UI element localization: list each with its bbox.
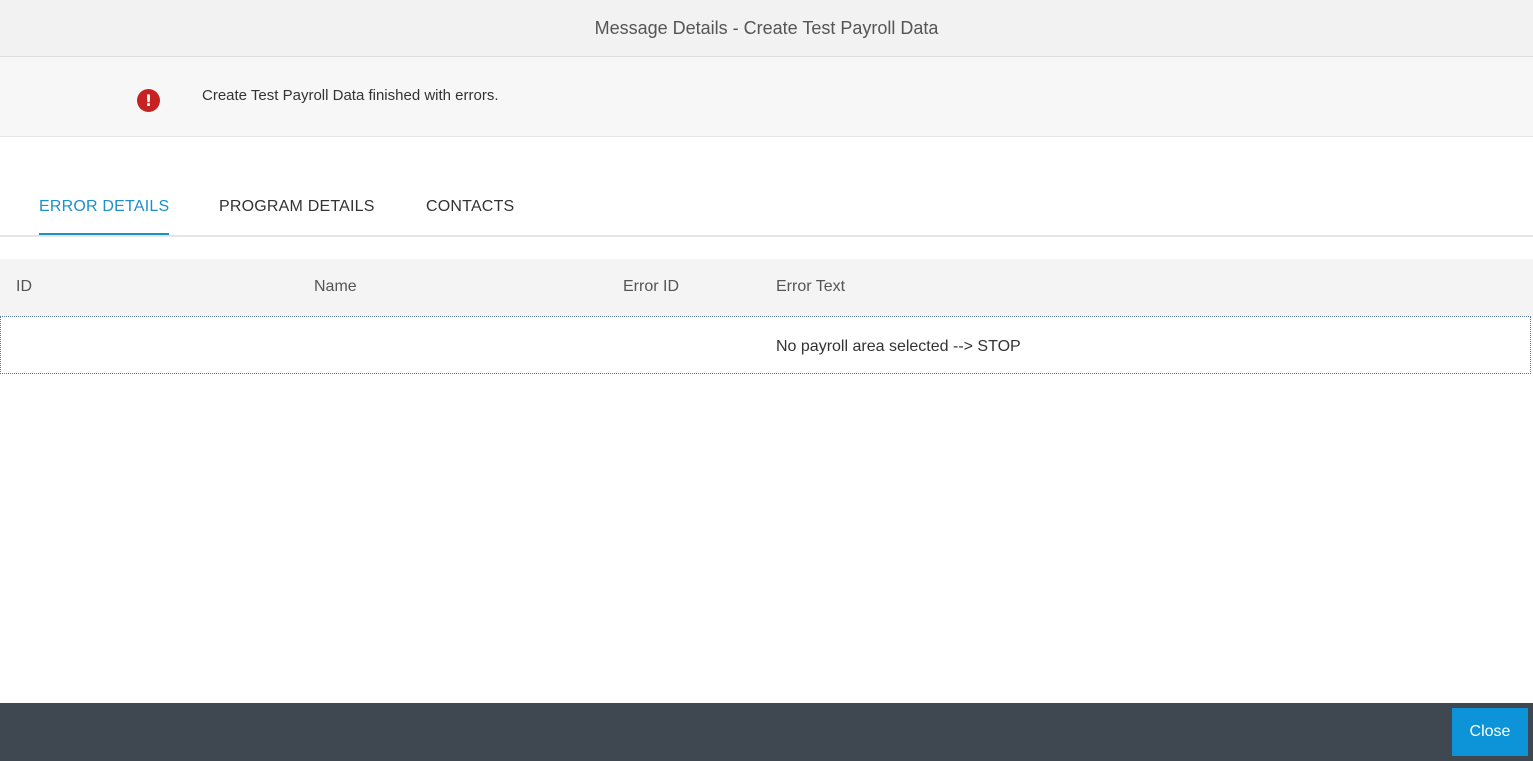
message-details-dialog: Message Details - Create Test Payroll Da… [0,0,1533,761]
tab-contacts[interactable]: CONTACTS [426,198,514,216]
cell-error-text: No payroll area selected --> STOP [776,338,1021,355]
dialog-title-text: Message Details - Create Test Payroll Da… [594,17,939,38]
column-header-name[interactable]: Name [314,278,357,296]
column-header-id[interactable]: ID [16,278,32,296]
error-icon: ! [137,89,160,112]
table-row[interactable]: No payroll area selected --> STOP [0,316,1531,374]
message-text: Create Test Payroll Data finished with e… [202,87,499,104]
dialog-title: Message Details - Create Test Payroll Da… [0,0,1533,57]
column-header-error-text[interactable]: Error Text [776,278,845,296]
table-header: ID Name Error ID Error Text [0,259,1533,316]
dialog-footer: Close [0,703,1533,761]
tab-error-details[interactable]: ERROR DETAILS [39,198,170,235]
message-strip: ! Create Test Payroll Data finished with… [0,57,1533,137]
tab-program-details[interactable]: PROGRAM DETAILS [219,198,375,216]
tab-bar: ERROR DETAILS PROGRAM DETAILS CONTACTS [0,138,1533,237]
column-header-error-id[interactable]: Error ID [623,278,679,296]
close-button[interactable]: Close [1452,708,1528,756]
